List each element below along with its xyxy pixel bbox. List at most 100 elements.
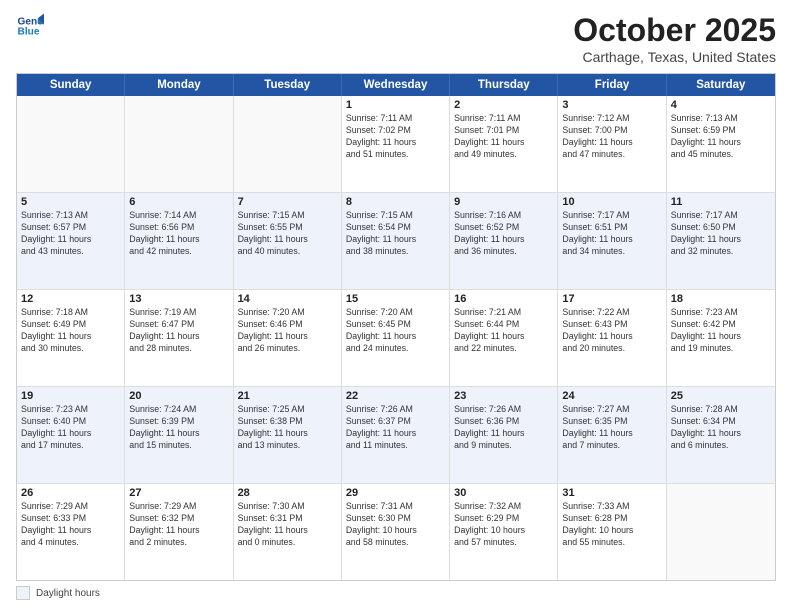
day-number: 27 [129,487,228,499]
day-number: 7 [238,196,337,208]
day-number: 9 [454,196,553,208]
day-info: Sunrise: 7:19 AM Sunset: 6:47 PM Dayligh… [129,307,228,355]
day-number: 23 [454,390,553,402]
day-cell-10: 10Sunrise: 7:17 AM Sunset: 6:51 PM Dayli… [558,193,666,289]
day-cell-22: 22 Sunrise: 7:26 AM Sunset: 6:37 PM Dayli… [342,387,450,483]
day-header-sunday: Sunday [17,74,125,96]
week-row-5: 26Sunrise: 7:29 AM Sunset: 6:33 PM Dayli… [17,483,775,580]
day-info: Sunrise: 7:18 AM Sunset: 6:49 PM Dayligh… [21,307,120,355]
day-cell-27: 27 Sunrise: 7:29 AM Sunset: 6:32 PM Dayli… [125,484,233,580]
day-info: Sunrise: 7:17 AM Sunset: 6:50 PM Dayligh… [671,210,771,258]
day-cell-3: 3 Sunrise: 7:12 AM Sunset: 7:00 PM Daylig… [558,96,666,192]
day-info: Sunrise: 7:15 AM Sunset: 6:54 PM Dayligh… [346,210,445,258]
day-info: Sunrise: 7:32 AM Sunset: 6:29 PM Dayligh… [454,501,553,549]
day-number: 17 [562,293,661,305]
day-info: Sunrise: 7:26 AM Sunset: 6:36 PM Dayligh… [454,404,553,452]
empty-cell [125,96,233,192]
week-row-3: 12 Sunrise: 7:18 AM Sunset: 6:49 PM Dayli… [17,289,775,386]
day-cell-16: 16 Sunrise: 7:21 AM Sunset: 6:44 PM Dayli… [450,290,558,386]
location: Carthage, Texas, United States [573,49,776,65]
day-info: Sunrise: 7:17 AM Sunset: 6:51 PM Dayligh… [562,210,661,258]
day-header-wednesday: Wednesday [342,74,450,96]
day-number: 1 [346,99,445,111]
day-cell-13: 13 Sunrise: 7:19 AM Sunset: 6:47 PM Dayli… [125,290,233,386]
day-number: 5 [21,196,120,208]
day-cell-5: 5 Sunrise: 7:13 AM Sunset: 6:57 PM Daylig… [17,193,125,289]
day-cell-24: 24 Sunrise: 7:27 AM Sunset: 6:35 PM Dayli… [558,387,666,483]
day-cell-23: 23 Sunrise: 7:26 AM Sunset: 6:36 PM Dayli… [450,387,558,483]
day-info: Sunrise: 7:29 AM Sunset: 6:33 PM Dayligh… [21,501,120,549]
day-cell-18: 18 Sunrise: 7:23 AM Sunset: 6:42 PM Dayli… [667,290,775,386]
day-number: 28 [238,487,337,499]
logo-icon: General Blue [16,12,44,40]
day-number: 11 [671,196,771,208]
day-info: Sunrise: 7:20 AM Sunset: 6:45 PM Dayligh… [346,307,445,355]
day-number: 12 [21,293,120,305]
day-number: 15 [346,293,445,305]
day-number: 31 [562,487,661,499]
day-info: Sunrise: 7:11 AM Sunset: 7:01 PM Dayligh… [454,113,553,161]
day-cell-17: 17 Sunrise: 7:22 AM Sunset: 6:43 PM Dayli… [558,290,666,386]
day-info: Sunrise: 7:26 AM Sunset: 6:37 PM Dayligh… [346,404,445,452]
day-number: 20 [129,390,228,402]
day-number: 14 [238,293,337,305]
day-info: Sunrise: 7:29 AM Sunset: 6:32 PM Dayligh… [129,501,228,549]
day-number: 2 [454,99,553,111]
calendar: SundayMondayTuesdayWednesdayThursdayFrid… [16,73,776,581]
day-number: 24 [562,390,661,402]
day-info: Sunrise: 7:14 AM Sunset: 6:56 PM Dayligh… [129,210,228,258]
day-cell-14: 14Sunrise: 7:20 AM Sunset: 6:46 PM Dayli… [234,290,342,386]
page-header: General Blue October 2025 Carthage, Texa… [16,12,776,65]
day-info: Sunrise: 7:12 AM Sunset: 7:00 PM Dayligh… [562,113,661,161]
day-header-monday: Monday [125,74,233,96]
day-number: 18 [671,293,771,305]
day-cell-31: 31 Sunrise: 7:33 AM Sunset: 6:28 PM Dayli… [558,484,666,580]
day-info: Sunrise: 7:27 AM Sunset: 6:35 PM Dayligh… [562,404,661,452]
svg-text:Blue: Blue [18,27,40,38]
day-info: Sunrise: 7:13 AM Sunset: 6:57 PM Dayligh… [21,210,120,258]
day-number: 19 [21,390,120,402]
day-number: 13 [129,293,228,305]
day-info: Sunrise: 7:11 AM Sunset: 7:02 PM Dayligh… [346,113,445,161]
day-number: 30 [454,487,553,499]
day-header-tuesday: Tuesday [234,74,342,96]
day-number: 25 [671,390,771,402]
day-cell-15: 15 Sunrise: 7:20 AM Sunset: 6:45 PM Dayli… [342,290,450,386]
day-number: 4 [671,99,771,111]
legend-label: Daylight hours [36,588,100,599]
day-cell-4: 4 Sunrise: 7:13 AM Sunset: 6:59 PM Daylig… [667,96,775,192]
day-info: Sunrise: 7:24 AM Sunset: 6:39 PM Dayligh… [129,404,228,452]
day-number: 3 [562,99,661,111]
day-cell-9: 9 Sunrise: 7:16 AM Sunset: 6:52 PM Daylig… [450,193,558,289]
day-header-thursday: Thursday [450,74,558,96]
day-cell-20: 20 Sunrise: 7:24 AM Sunset: 6:39 PM Dayli… [125,387,233,483]
empty-cell [667,484,775,580]
day-info: Sunrise: 7:31 AM Sunset: 6:30 PM Dayligh… [346,501,445,549]
legend-box [16,586,30,600]
title-block: October 2025 Carthage, Texas, United Sta… [573,12,776,65]
day-number: 16 [454,293,553,305]
day-cell-2: 2 Sunrise: 7:11 AM Sunset: 7:01 PM Daylig… [450,96,558,192]
day-number: 22 [346,390,445,402]
day-info: Sunrise: 7:21 AM Sunset: 6:44 PM Dayligh… [454,307,553,355]
day-info: Sunrise: 7:33 AM Sunset: 6:28 PM Dayligh… [562,501,661,549]
week-row-4: 19 Sunrise: 7:23 AM Sunset: 6:40 PM Dayli… [17,386,775,483]
day-number: 8 [346,196,445,208]
day-info: Sunrise: 7:23 AM Sunset: 6:40 PM Dayligh… [21,404,120,452]
day-cell-30: 30 Sunrise: 7:32 AM Sunset: 6:29 PM Dayli… [450,484,558,580]
empty-cell [17,96,125,192]
day-cell-19: 19 Sunrise: 7:23 AM Sunset: 6:40 PM Dayli… [17,387,125,483]
month-title: October 2025 [573,12,776,49]
calendar-body: 1 Sunrise: 7:11 AM Sunset: 7:02 PM Daylig… [17,96,775,580]
week-row-2: 5 Sunrise: 7:13 AM Sunset: 6:57 PM Daylig… [17,192,775,289]
day-info: Sunrise: 7:23 AM Sunset: 6:42 PM Dayligh… [671,307,771,355]
day-info: Sunrise: 7:28 AM Sunset: 6:34 PM Dayligh… [671,404,771,452]
day-header-saturday: Saturday [667,74,775,96]
day-info: Sunrise: 7:22 AM Sunset: 6:43 PM Dayligh… [562,307,661,355]
day-cell-28: 28Sunrise: 7:30 AM Sunset: 6:31 PM Dayli… [234,484,342,580]
day-info: Sunrise: 7:16 AM Sunset: 6:52 PM Dayligh… [454,210,553,258]
day-number: 29 [346,487,445,499]
day-info: Sunrise: 7:15 AM Sunset: 6:55 PM Dayligh… [238,210,337,258]
day-info: Sunrise: 7:13 AM Sunset: 6:59 PM Dayligh… [671,113,771,161]
day-number: 6 [129,196,228,208]
